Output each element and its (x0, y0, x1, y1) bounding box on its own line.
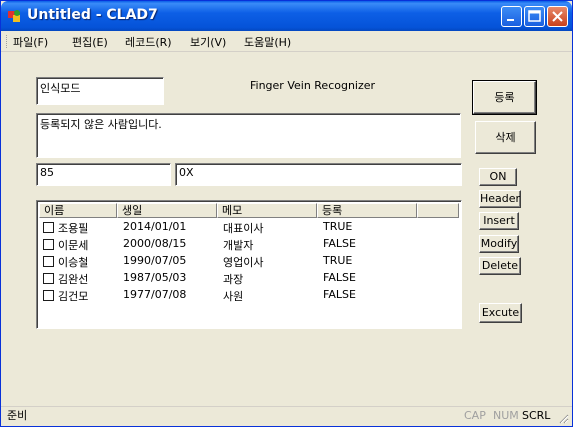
cell-name: 김건모 (58, 290, 89, 303)
menu-view[interactable]: 보기(V) (190, 34, 226, 50)
window-title: Untitled - CLAD7 (27, 7, 158, 23)
menu-file[interactable]: 파일(F) (13, 34, 48, 50)
row-checkbox[interactable] (43, 239, 54, 250)
row-checkbox[interactable] (43, 222, 54, 233)
cell-birthday: 1977/07/08 (123, 288, 187, 301)
status-scrl: SCRL (522, 409, 551, 422)
menu-help[interactable]: 도움말(H) (244, 34, 291, 50)
cell-name: 이문세 (58, 239, 89, 252)
cell-memo: 과장 (223, 273, 244, 286)
menu-record[interactable]: 레코드(R) (125, 34, 172, 50)
delete-button[interactable]: 삭제 (475, 121, 536, 154)
table-row[interactable]: 김건모 1977/07/08 사원 FALSE (39, 287, 459, 304)
table-row[interactable]: 조용필 2014/01/01 대표이사 TRUE (39, 219, 459, 236)
app-icon (8, 10, 20, 22)
cell-memo: 영업이사 (223, 256, 264, 269)
column-header-filler (417, 203, 459, 218)
register-button[interactable]: 등록 (472, 80, 537, 115)
resize-grip-icon[interactable] (557, 412, 569, 424)
maximize-button[interactable] (524, 6, 545, 27)
cell-memo: 개발자 (223, 239, 254, 252)
status-num: NUM (493, 409, 519, 422)
row-checkbox[interactable] (43, 273, 54, 284)
cell-registered: FALSE (323, 271, 356, 284)
cell-registered: TRUE (323, 254, 353, 267)
column-header-memo[interactable]: 메모 (217, 203, 317, 218)
on-button[interactable]: ON (479, 168, 517, 186)
cell-memo: 대표이사 (223, 222, 264, 235)
column-header-registered[interactable]: 등록 (317, 203, 417, 218)
minimize-button[interactable] (501, 6, 522, 27)
insert-button[interactable]: Insert (479, 212, 519, 230)
row-checkbox[interactable] (43, 256, 54, 267)
table-row[interactable]: 김완선 1987/05/03 과장 FALSE (39, 270, 459, 287)
execute-button[interactable]: Excute (479, 303, 522, 323)
row-checkbox[interactable] (43, 290, 54, 301)
table-row[interactable]: 이승철 1990/07/05 영업이사 TRUE (39, 253, 459, 270)
delete-row-button[interactable]: Delete (479, 257, 521, 275)
cell-registered: FALSE (323, 288, 356, 301)
app-window: Untitled - CLAD7 파일(F) 편집(E) 레코드(R) 보기(V… (0, 0, 573, 427)
mode-field[interactable]: 인식모드 (36, 77, 164, 105)
maximize-icon (528, 10, 541, 22)
cell-birthday: 2000/08/15 (123, 237, 187, 250)
menu-edit[interactable]: 편집(E) (72, 34, 108, 50)
cell-name: 조용필 (58, 222, 89, 235)
hex-field[interactable]: 0X (175, 163, 462, 186)
status-text: 준비 (7, 409, 28, 422)
header-button[interactable]: Header (479, 190, 521, 208)
status-cap: CAP (464, 409, 486, 422)
close-icon (552, 11, 563, 22)
column-header-name[interactable]: 이름 (39, 203, 117, 218)
title-bar[interactable]: Untitled - CLAD7 (1, 1, 572, 31)
menu-bar: 파일(F) 편집(E) 레코드(R) 보기(V) 도움말(H) (1, 31, 572, 52)
record-list[interactable]: 이름 생일 메모 등록 조용필 2014/01/01 대표이사 TRUE 이문세… (36, 200, 462, 329)
app-label: Finger Vein Recognizer (250, 79, 376, 92)
column-header-birthday[interactable]: 생일 (117, 203, 217, 218)
cell-registered: TRUE (323, 220, 353, 233)
cell-name: 이승철 (58, 256, 89, 269)
score-field[interactable]: 85 (36, 163, 171, 186)
cell-birthday: 1987/05/03 (123, 271, 187, 284)
minimize-icon (507, 19, 514, 21)
status-bar: 준비 CAP NUM SCRL (1, 406, 572, 426)
cell-name: 김완선 (58, 273, 89, 286)
cell-memo: 사원 (223, 290, 244, 303)
message-field[interactable]: 등록되지 않은 사람입니다. (36, 113, 461, 158)
cell-registered: FALSE (323, 237, 356, 250)
modify-button[interactable]: Modify (479, 235, 519, 253)
close-button[interactable] (547, 6, 568, 27)
menu-grip (6, 35, 9, 48)
cell-birthday: 1990/07/05 (123, 254, 187, 267)
table-row[interactable]: 이문세 2000/08/15 개발자 FALSE (39, 236, 459, 253)
cell-birthday: 2014/01/01 (123, 220, 187, 233)
